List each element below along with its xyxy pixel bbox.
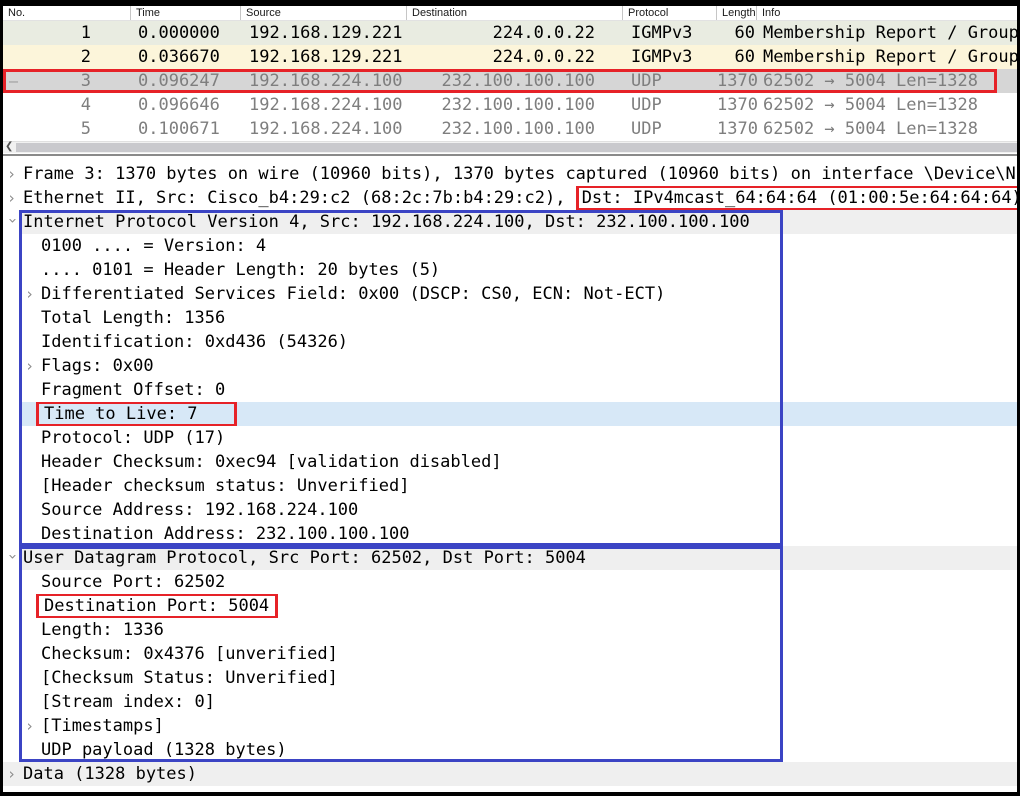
- cell-source: 192.168.224.100: [241, 117, 407, 141]
- detail-line-fragment-offset[interactable]: Fragment Offset: 0: [3, 378, 1017, 402]
- packet-details-pane: › Frame 3: 1370 bytes on wire (10960 bit…: [3, 156, 1017, 786]
- cell-time: 0.036670: [131, 45, 241, 69]
- packet-row[interactable]: 2 0.036670 192.168.129.221 224.0.0.22 IG…: [3, 45, 1017, 69]
- packet-row-selected[interactable]: — 3 0.096247 192.168.224.100 232.100.100…: [3, 69, 1017, 93]
- expander-right-icon[interactable]: ›: [7, 162, 16, 186]
- detail-line-timestamps[interactable]: › [Timestamps]: [3, 714, 1017, 738]
- expander-down-icon[interactable]: ›: [3, 552, 25, 564]
- detail-line-udp-payload[interactable]: UDP payload (1328 bytes): [3, 738, 1017, 762]
- packet-row[interactable]: 5 0.100671 192.168.224.100 232.100.100.1…: [3, 117, 1017, 141]
- expander-right-icon[interactable]: ›: [7, 762, 16, 786]
- cell-source: 192.168.129.221: [241, 45, 407, 69]
- cell-no: 4: [3, 93, 131, 117]
- detail-line-protocol[interactable]: Protocol: UDP (17): [3, 426, 1017, 450]
- cell-info: 62502 → 5004 Len=1328: [757, 117, 1017, 141]
- ipv4-section: › Internet Protocol Version 4, Src: 192.…: [3, 210, 1017, 546]
- annotation-box-destination-port: Destination Port: 5004: [36, 594, 278, 618]
- cell-destination: 224.0.0.22: [407, 21, 623, 45]
- cell-no: 2: [3, 45, 131, 69]
- cell-time: 0.100671: [131, 117, 241, 141]
- detail-line-header-checksum-status[interactable]: [Header checksum status: Unverified]: [3, 474, 1017, 498]
- detail-line-udp-header[interactable]: › User Datagram Protocol, Src Port: 6250…: [3, 546, 1017, 570]
- cell-protocol: UDP: [623, 93, 717, 117]
- expander-down-icon[interactable]: ›: [3, 216, 25, 228]
- detail-line-udp-length[interactable]: Length: 1336: [3, 618, 1017, 642]
- scrollbar-thumb[interactable]: [16, 143, 1017, 152]
- cell-length: 1370: [717, 69, 757, 93]
- detail-line-data[interactable]: › Data (1328 bytes): [3, 762, 1017, 786]
- detail-line-ttl[interactable]: Time to Live: 7: [3, 402, 1017, 426]
- ethernet-prefix: Ethernet II, Src: Cisco_b4:29:c2 (68:2c:…: [23, 188, 576, 208]
- cell-source: 192.168.224.100: [241, 69, 407, 93]
- horizontal-scrollbar[interactable]: ❮: [3, 141, 1017, 153]
- detail-line-flags[interactable]: › Flags: 0x00: [3, 354, 1017, 378]
- ethernet-dst: Dst: IPv4mcast_64:64:64 (01:00:5e:64:64:…: [582, 188, 1017, 208]
- detail-line-header-checksum[interactable]: Header Checksum: 0xec94 [validation disa…: [3, 450, 1017, 474]
- packet-list-header: No. Time Source Destination Protocol Len…: [3, 6, 1017, 21]
- expander-right-icon[interactable]: ›: [25, 714, 34, 738]
- detail-line-udp-checksum-status[interactable]: [Checksum Status: Unverified]: [3, 666, 1017, 690]
- column-header-length[interactable]: Length: [717, 6, 757, 20]
- cell-protocol: IGMPv3: [623, 45, 717, 69]
- expander-right-icon[interactable]: ›: [25, 282, 34, 306]
- cell-source: 192.168.224.100: [241, 93, 407, 117]
- cell-destination: 232.100.100.100: [407, 117, 623, 141]
- cell-info: 62502 → 5004 Len=1328: [757, 69, 1017, 93]
- cell-info: Membership Report / Group: [757, 21, 1017, 45]
- cell-length: 60: [717, 21, 757, 45]
- cell-source: 192.168.129.221: [241, 21, 407, 45]
- column-header-time[interactable]: Time: [131, 6, 241, 20]
- related-packet-dash-icon: —: [9, 69, 18, 93]
- cell-time: 0.096247: [131, 69, 241, 93]
- wireshark-window: No. Time Source Destination Protocol Len…: [0, 0, 1020, 796]
- detail-line-ethernet[interactable]: › Ethernet II, Src: Cisco_b4:29:c2 (68:2…: [3, 186, 1017, 210]
- cell-length: 1370: [717, 117, 757, 141]
- cell-no: 1: [3, 21, 131, 45]
- detail-line-dsfield[interactable]: › Differentiated Services Field: 0x00 (D…: [3, 282, 1017, 306]
- detail-line-destination-port[interactable]: Destination Port: 5004: [3, 594, 1017, 618]
- scroll-left-arrow-icon[interactable]: ❮: [5, 141, 13, 153]
- cell-protocol: UDP: [623, 69, 717, 93]
- annotation-box-ethernet-dst: Dst: IPv4mcast_64:64:64 (01:00:5e:64:64:…: [576, 186, 1017, 210]
- detail-line-destination-address[interactable]: Destination Address: 232.100.100.100: [3, 522, 1017, 546]
- column-header-destination[interactable]: Destination: [407, 6, 623, 20]
- cell-length: 1370: [717, 93, 757, 117]
- detail-line-header-length[interactable]: .... 0101 = Header Length: 20 bytes (5): [3, 258, 1017, 282]
- detail-line-stream-index[interactable]: [Stream index: 0]: [3, 690, 1017, 714]
- expander-right-icon[interactable]: ›: [7, 186, 16, 210]
- detail-line-source-port[interactable]: Source Port: 62502: [3, 570, 1017, 594]
- cell-time: 0.000000: [131, 21, 241, 45]
- column-header-source[interactable]: Source: [241, 6, 407, 20]
- cell-no: 5: [3, 117, 131, 141]
- column-header-protocol[interactable]: Protocol: [623, 6, 717, 20]
- column-header-info[interactable]: Info: [757, 6, 1017, 20]
- detail-line-identification[interactable]: Identification: 0xd436 (54326): [3, 330, 1017, 354]
- cell-protocol: UDP: [623, 117, 717, 141]
- detail-line-ipv4-header[interactable]: › Internet Protocol Version 4, Src: 192.…: [3, 210, 1017, 234]
- cell-time: 0.096646: [131, 93, 241, 117]
- destination-port-value: Destination Port: 5004: [44, 596, 269, 616]
- udp-section: › User Datagram Protocol, Src Port: 6250…: [3, 546, 1017, 762]
- detail-line-source-address[interactable]: Source Address: 192.168.224.100: [3, 498, 1017, 522]
- expander-right-icon[interactable]: ›: [25, 354, 34, 378]
- annotation-box-ttl: Time to Live: 7: [36, 402, 237, 426]
- detail-line-version[interactable]: 0100 .... = Version: 4: [3, 234, 1017, 258]
- cell-destination: 224.0.0.22: [407, 45, 623, 69]
- column-header-no[interactable]: No.: [3, 6, 131, 20]
- cell-destination: 232.100.100.100: [407, 69, 623, 93]
- cell-info: Membership Report / Group: [757, 45, 1017, 69]
- cell-info: 62502 → 5004 Len=1328: [757, 93, 1017, 117]
- cell-length: 60: [717, 45, 757, 69]
- packet-row[interactable]: 1 0.000000 192.168.129.221 224.0.0.22 IG…: [3, 21, 1017, 45]
- detail-line-total-length[interactable]: Total Length: 1356: [3, 306, 1017, 330]
- detail-line-frame[interactable]: › Frame 3: 1370 bytes on wire (10960 bit…: [3, 162, 1017, 186]
- packet-row[interactable]: 4 0.096646 192.168.224.100 232.100.100.1…: [3, 93, 1017, 117]
- cell-no: — 3: [3, 69, 131, 93]
- cell-destination: 232.100.100.100: [407, 93, 623, 117]
- ttl-value: Time to Live: 7: [44, 404, 198, 424]
- cell-protocol: IGMPv3: [623, 21, 717, 45]
- detail-line-udp-checksum[interactable]: Checksum: 0x4376 [unverified]: [3, 642, 1017, 666]
